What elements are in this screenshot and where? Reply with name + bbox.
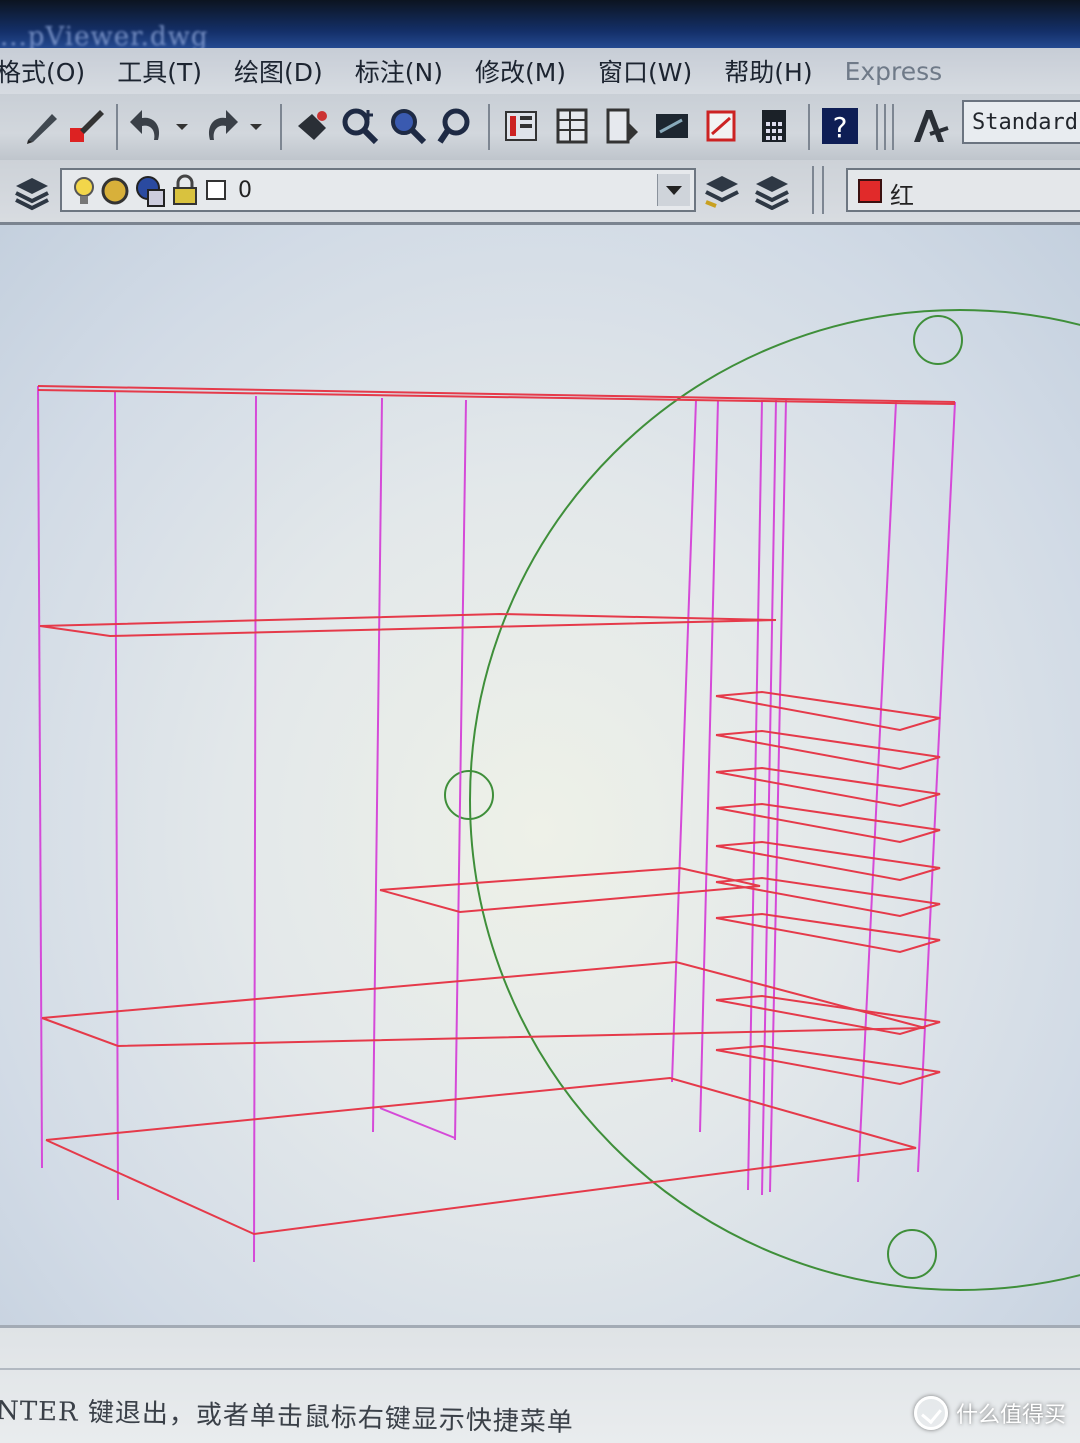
quickcalc-icon[interactable] <box>754 106 794 146</box>
watermark: 什么值得买 <box>913 1396 1066 1430</box>
post-4 <box>454 399 467 1141</box>
post-1 <box>114 391 119 1201</box>
chevron-down-icon[interactable] <box>657 174 690 206</box>
right-shelf-4 <box>715 840 941 882</box>
top-frame-front <box>37 385 956 403</box>
post-6 <box>699 399 719 1133</box>
markup-icon[interactable] <box>702 106 742 146</box>
sheet-set-icon[interactable] <box>652 106 692 146</box>
standard-toolbar: ? <box>0 94 1080 162</box>
center-shelf <box>379 866 761 914</box>
redo-icon[interactable] <box>200 106 240 146</box>
base-frame <box>45 1076 917 1236</box>
design-center-icon[interactable] <box>552 106 592 146</box>
pencil-icon[interactable] <box>22 106 62 146</box>
right-shelf-6 <box>715 912 941 954</box>
right-shelf-2 <box>715 766 941 808</box>
properties-icon[interactable] <box>502 106 542 146</box>
layer-color-icon[interactable] <box>206 180 228 206</box>
menu-express[interactable]: Express <box>843 57 945 86</box>
current-layer-name: 0 <box>238 178 252 203</box>
undo-dropdown-icon[interactable] <box>170 106 194 146</box>
menu-tools[interactable]: 工具(T) <box>115 53 204 89</box>
layer-on-icon[interactable] <box>70 176 98 210</box>
menu-window[interactable]: 窗口(W) <box>596 53 694 89</box>
layer-viewport-freeze-icon[interactable] <box>134 174 166 212</box>
post-0 <box>37 385 43 1169</box>
zoom-previous-icon[interactable] <box>436 106 476 146</box>
text-style-icon[interactable] <box>910 106 950 146</box>
orbit-handle-left <box>444 770 494 820</box>
layer-combo[interactable]: 0 <box>60 168 696 212</box>
drawing-canvas[interactable] <box>0 225 1080 1325</box>
post-8 <box>761 399 777 1196</box>
zoom-realtime-icon[interactable] <box>340 106 380 146</box>
text-style-combo[interactable]: Standard <box>962 100 1080 144</box>
top-frame-back <box>37 389 956 405</box>
make-object-layer-current-icon[interactable] <box>702 170 742 210</box>
lower-shelf <box>41 960 926 1048</box>
command-prompt: NTER 键退出，或者单击鼠标右键显示快捷菜单 <box>0 1395 575 1439</box>
layer-manager-icon[interactable] <box>12 172 52 212</box>
watermark-text: 什么值得买 <box>955 1403 1066 1428</box>
menu-dimension[interactable]: 标注(N) <box>353 53 445 89</box>
right-shelf-1 <box>715 729 941 771</box>
cad-wireframe <box>37 309 1080 1291</box>
right-shelf-3 <box>715 802 941 844</box>
post-2 <box>253 395 257 1263</box>
layer-previous-icon[interactable] <box>752 170 792 210</box>
menu-format[interactable]: 格式(O) <box>0 53 87 89</box>
post-7 <box>747 399 763 1191</box>
post-5 <box>671 399 697 1083</box>
color-combo[interactable]: 红 <box>846 168 1080 212</box>
mid-shelf-back <box>39 612 777 627</box>
menu-modify[interactable]: 修改(M) <box>473 53 568 89</box>
svg-text:?: ? <box>833 111 848 144</box>
watermark-logo-icon <box>913 1396 948 1430</box>
zoom-window-icon[interactable] <box>388 106 428 146</box>
post-11 <box>917 401 956 1173</box>
redo-dropdown-icon[interactable] <box>244 106 268 146</box>
undo-icon[interactable] <box>128 106 168 146</box>
menu-help[interactable]: 帮助(H) <box>722 53 814 89</box>
pan-icon[interactable] <box>292 106 332 146</box>
layer-freeze-icon[interactable] <box>100 176 130 210</box>
color-name: 红 <box>890 182 914 210</box>
post-3 <box>372 397 383 1133</box>
menu-draw[interactable]: 绘图(D) <box>232 53 325 89</box>
orbit-handle-bottom <box>887 1229 937 1279</box>
help-icon[interactable]: ? <box>820 106 860 146</box>
color-swatch <box>858 179 882 203</box>
tool-palettes-icon[interactable] <box>602 106 642 146</box>
match-properties-icon[interactable] <box>66 106 106 146</box>
menu-bar: 格式(O) 工具(T) 绘图(D) 标注(N) 修改(M) 窗口(W) 帮助(H… <box>0 48 1080 96</box>
orbit-handle-top <box>913 315 963 365</box>
post-brace <box>379 1107 456 1139</box>
right-shelf-0 <box>715 690 941 732</box>
layer-lock-icon[interactable] <box>170 174 200 212</box>
post-9 <box>769 399 787 1193</box>
